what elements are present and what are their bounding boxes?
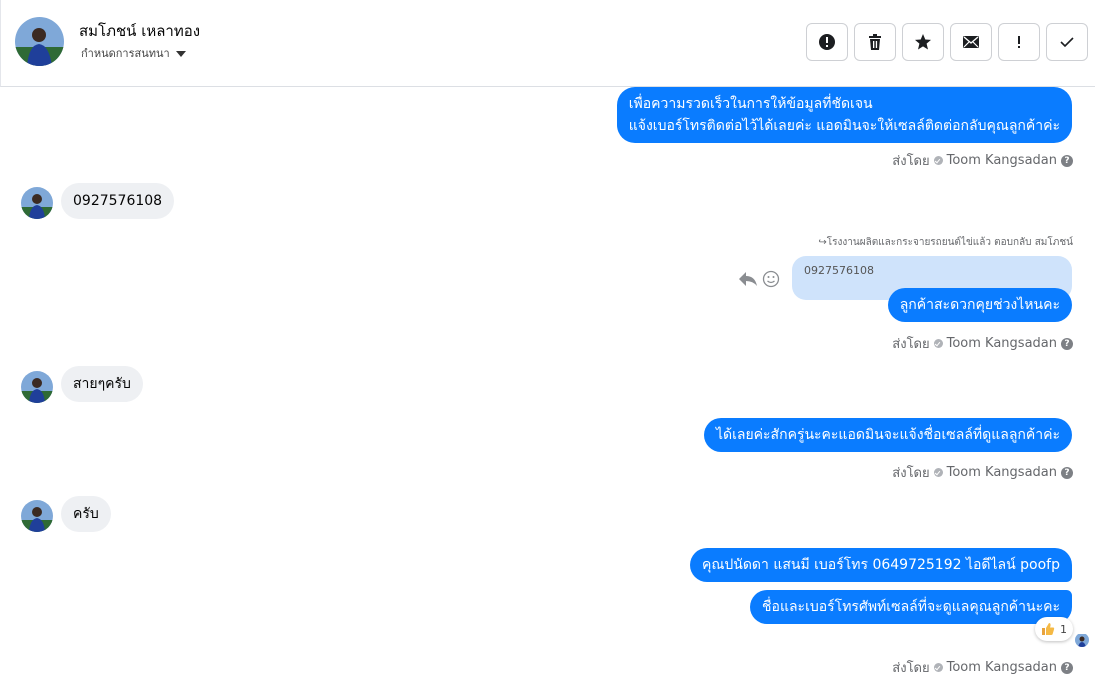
caret-down-icon: [175, 50, 186, 57]
contact-name[interactable]: สมโภชน์ เหลาทอง: [79, 19, 200, 43]
incoming-message[interactable]: สายๆครับ: [61, 366, 143, 402]
trash-icon: [869, 34, 881, 50]
verified-icon: [933, 468, 943, 477]
sent-by-info: ส่งโดย Toom Kangsadan ?: [892, 333, 1073, 354]
conversation-toolbar: [806, 23, 1088, 61]
sent-by-info: ส่งโดย Toom Kangsadan ?: [892, 150, 1073, 171]
delete-button[interactable]: [854, 23, 896, 61]
star-icon: [915, 34, 931, 50]
verified-icon: [933, 663, 943, 672]
message-actions: [738, 270, 780, 288]
exclamation-icon: [1018, 36, 1020, 48]
sent-by-label: ส่งโดย: [892, 661, 930, 675]
envelope-icon: [963, 36, 979, 48]
sent-by-info: ส่งโดย Toom Kangsadan ?: [892, 657, 1073, 675]
mark-done-button[interactable]: [1046, 23, 1088, 61]
reply-icon[interactable]: [738, 270, 758, 288]
sent-by-label: ส่งโดย: [892, 154, 930, 169]
outgoing-message[interactable]: ได้เลยค่ะสักครู่นะคะแอดมินจะแจ้งชื่อเซลล…: [703, 418, 1072, 452]
verified-icon: [933, 339, 943, 348]
verified-icon: [933, 156, 943, 165]
sent-by-label: ส่งโดย: [892, 466, 930, 481]
incoming-message[interactable]: ครับ: [61, 496, 111, 532]
outgoing-message[interactable]: คุณปนัดดา แสนมี เบอร์โทร 0649725192 ไอดี…: [690, 548, 1072, 582]
outgoing-message[interactable]: ชื่อและเบอร์โทรศัพท์เซลล์ที่จะดูแลคุณลูก…: [750, 590, 1072, 624]
seen-avatar: [1075, 633, 1089, 647]
mark-spam-button[interactable]: [806, 23, 848, 61]
reaction-badge[interactable]: 1: [1035, 617, 1073, 641]
exclamation-circle-icon: [819, 34, 835, 50]
outgoing-message[interactable]: ลูกค้าสะดวกคุยช่วงไหนคะ: [887, 288, 1072, 322]
emoji-icon[interactable]: [762, 270, 780, 288]
conversation-settings-label: กำหนดการสนทนา: [81, 47, 170, 60]
thumbs-up-icon: [1042, 623, 1055, 635]
star-button[interactable]: [902, 23, 944, 61]
avatar[interactable]: [21, 500, 53, 532]
avatar[interactable]: [15, 17, 64, 66]
help-icon[interactable]: ?: [1061, 154, 1073, 167]
agent-name: Toom Kangsadan: [946, 153, 1057, 168]
sent-by-label: ส่งโดย: [892, 337, 930, 352]
message-line: แจ้งเบอร์โทรติดต่อไว้ได้เลยค่ะ แอดมินจะใ…: [628, 118, 1060, 134]
outgoing-message[interactable]: เพื่อความรวดเร็วในการให้ข้อมูลที่ชัดเจน …: [616, 87, 1072, 143]
conversation-header: สมโภชน์ เหลาทอง กำหนดการสนทนา: [0, 0, 1095, 87]
agent-name: Toom Kangsadan: [946, 465, 1057, 480]
agent-name: Toom Kangsadan: [946, 660, 1057, 675]
help-icon[interactable]: ?: [1061, 466, 1073, 479]
sent-by-info: ส่งโดย Toom Kangsadan ?: [892, 462, 1073, 483]
avatar[interactable]: [21, 371, 53, 403]
help-icon[interactable]: ?: [1061, 661, 1073, 674]
help-icon[interactable]: ?: [1061, 337, 1073, 350]
incoming-message[interactable]: 0927576108: [61, 183, 175, 219]
conversation-settings[interactable]: กำหนดการสนทนา: [81, 44, 186, 62]
reaction-count: 1: [1060, 622, 1067, 636]
reply-context: ↪โรงงานผลิตและกระจายรถยนต์ไข่แล้ว ตอบกลั…: [818, 237, 1073, 248]
message-line: เพื่อความรวดเร็วในการให้ข้อมูลที่ชัดเจน: [628, 96, 873, 112]
check-icon: [1060, 37, 1074, 48]
avatar[interactable]: [21, 187, 53, 219]
follow-up-button[interactable]: [998, 23, 1040, 61]
agent-name: Toom Kangsadan: [946, 336, 1057, 351]
mark-unread-button[interactable]: [950, 23, 992, 61]
